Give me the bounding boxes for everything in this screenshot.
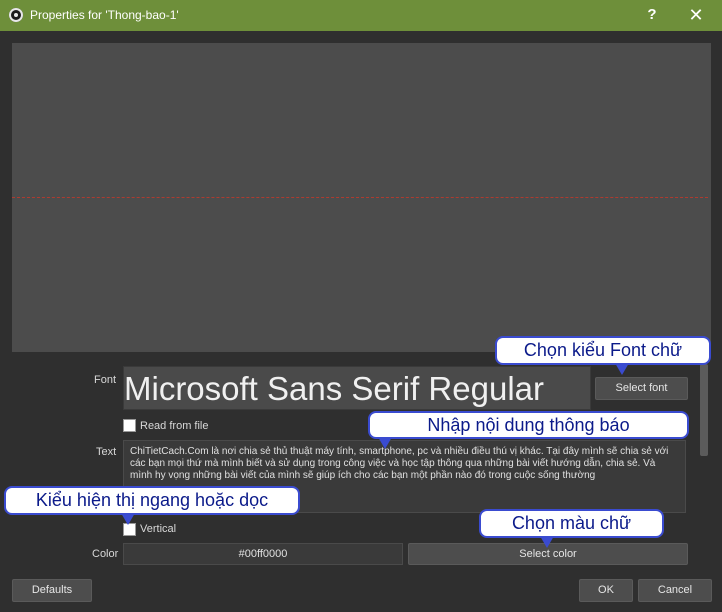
select-font-button[interactable]: Select font: [595, 377, 688, 400]
color-callout-pointer: [540, 536, 554, 548]
text-callout: Nhập nội dung thông báo: [368, 411, 689, 439]
obs-app-icon: [9, 8, 23, 22]
color-value-field: #00ff0000: [123, 543, 403, 565]
vertical-label: Vertical: [140, 523, 177, 535]
vertical-callout-pointer: [121, 513, 135, 525]
color-label: Color: [92, 548, 119, 560]
read-from-file-label: Read from file: [140, 420, 209, 432]
color-callout: Chọn màu chữ: [479, 509, 664, 538]
cancel-button[interactable]: Cancel: [638, 579, 712, 602]
close-button[interactable]: ✕: [684, 4, 708, 26]
window-title: Properties for 'Thong-bao-1': [30, 8, 179, 22]
text-callout-pointer: [378, 437, 392, 449]
form-scrollbar-thumb[interactable]: [700, 364, 708, 456]
vertical-callout: Kiểu hiện thị ngang hoặc dọc: [4, 486, 300, 515]
font-label: Font: [94, 374, 117, 386]
text-label: Text: [96, 446, 117, 458]
help-button[interactable]: ?: [640, 4, 664, 26]
preview-guide-line: [12, 197, 708, 198]
font-preview: Microsoft Sans Serif Regular: [123, 366, 591, 410]
font-callout-pointer: [615, 363, 629, 375]
read-from-file-checkbox[interactable]: [123, 419, 136, 432]
font-callout: Chọn kiểu Font chữ: [495, 336, 711, 365]
defaults-button[interactable]: Defaults: [12, 579, 92, 602]
ok-button[interactable]: OK: [579, 579, 633, 602]
